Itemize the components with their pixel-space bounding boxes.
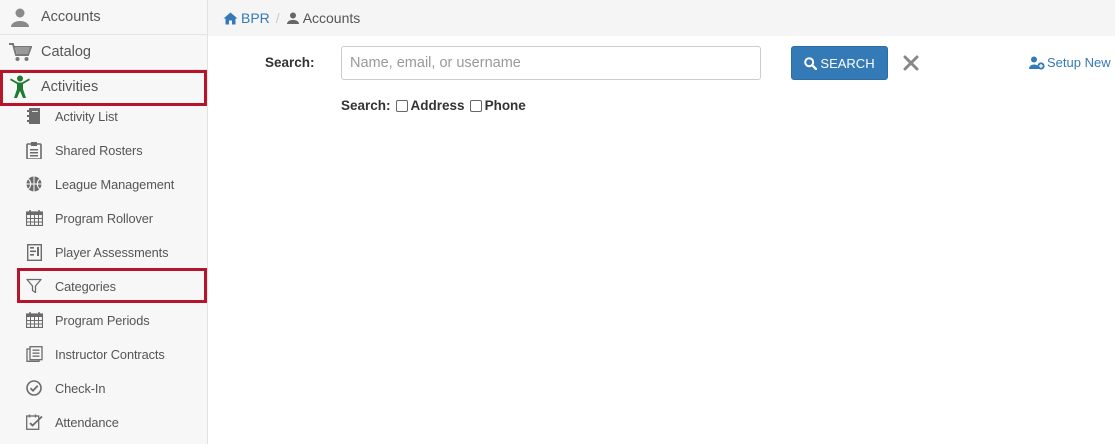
phone-checkbox[interactable]	[469, 99, 482, 112]
setup-new-label: Setup New	[1047, 55, 1111, 70]
address-checkbox[interactable]	[395, 99, 408, 112]
sidebar-item-label: Accounts	[41, 9, 101, 25]
sidebar-subitem-league-management[interactable]: League Management	[0, 167, 207, 201]
search-input[interactable]	[341, 46, 761, 80]
breadcrumb-current: Accounts	[286, 10, 361, 26]
sidebar-subitem-shared-rosters[interactable]: Shared Rosters	[0, 133, 207, 167]
sidebar-item-label: Catalog	[41, 44, 91, 60]
home-icon	[223, 12, 238, 24]
sidebar-item-catalog[interactable]: Catalog	[0, 35, 207, 70]
calendar-icon	[25, 209, 43, 227]
attendance-icon	[25, 413, 43, 431]
calendar-icon	[25, 311, 43, 329]
add-user-icon	[1029, 56, 1045, 70]
search-button-label: SEARCH	[820, 55, 875, 71]
assessment-icon	[25, 243, 43, 261]
sidebar-subitem-program-periods[interactable]: Program Periods	[0, 303, 207, 337]
sidebar-item-accounts[interactable]: Accounts	[0, 0, 207, 35]
check-circle-icon	[25, 379, 43, 397]
sidebar-subitem-label: Activity List	[55, 108, 118, 124]
search-options: Search: Address Phone	[341, 98, 526, 113]
breadcrumb-separator: /	[275, 10, 280, 26]
basketball-icon	[25, 175, 43, 193]
contracts-icon	[25, 345, 43, 363]
sidebar-subitem-categories[interactable]: Categories	[0, 269, 207, 303]
sidebar-subitem-label: League Management	[55, 176, 175, 192]
sidebar-subitem-instructor-contracts[interactable]: Instructor Contracts	[0, 337, 207, 371]
person-activity-icon	[8, 75, 32, 99]
phone-option-label: Phone	[484, 98, 526, 113]
sidebar-subitem-label: Program Rollover	[55, 210, 153, 226]
phone-option[interactable]: Phone	[465, 98, 526, 113]
search-label: Search:	[265, 55, 315, 70]
breadcrumb-home-link[interactable]: BPR	[223, 10, 270, 26]
address-option[interactable]: Address	[391, 98, 465, 113]
setup-new-link[interactable]: Setup New	[1029, 55, 1111, 70]
address-option-label: Address	[410, 98, 465, 113]
notebook-icon	[25, 107, 43, 125]
sidebar-subitem-check-in[interactable]: Check-In	[0, 371, 207, 405]
sidebar-subitem-label: Attendance	[55, 414, 119, 430]
breadcrumb-home-label: BPR	[241, 10, 270, 26]
user-icon	[286, 12, 299, 24]
sidebar-item-label: Activities	[41, 79, 99, 95]
sidebar-subitem-label: Player Assessments	[55, 244, 169, 260]
sidebar-subitem-program-rollover[interactable]: Program Rollover	[0, 201, 207, 235]
search-button[interactable]: SEARCH	[791, 46, 888, 80]
filter-icon	[25, 277, 43, 295]
sidebar-subitem-attendance[interactable]: Attendance	[0, 405, 207, 439]
breadcrumb: BPR / Accounts	[208, 0, 1115, 36]
sidebar: Accounts Catalog Activities Activity Lis…	[0, 0, 208, 444]
sidebar-subitem-label: Program Periods	[55, 312, 150, 328]
cart-icon	[8, 40, 32, 64]
search-options-label: Search:	[341, 98, 391, 113]
clear-search-icon[interactable]	[902, 54, 920, 72]
breadcrumb-current-label: Accounts	[302, 10, 361, 26]
sidebar-subitem-label: Categories	[55, 278, 116, 294]
clipboard-icon	[25, 141, 43, 159]
search-icon	[804, 56, 818, 70]
sidebar-subitem-player-assessments[interactable]: Player Assessments	[0, 235, 207, 269]
sidebar-subitem-label: Check-In	[55, 380, 106, 396]
sidebar-subitem-label: Instructor Contracts	[55, 346, 165, 362]
user-icon	[8, 5, 32, 29]
sidebar-subitem-label: Shared Rosters	[55, 142, 143, 158]
sidebar-subitem-activity-list[interactable]: Activity List	[0, 99, 207, 133]
